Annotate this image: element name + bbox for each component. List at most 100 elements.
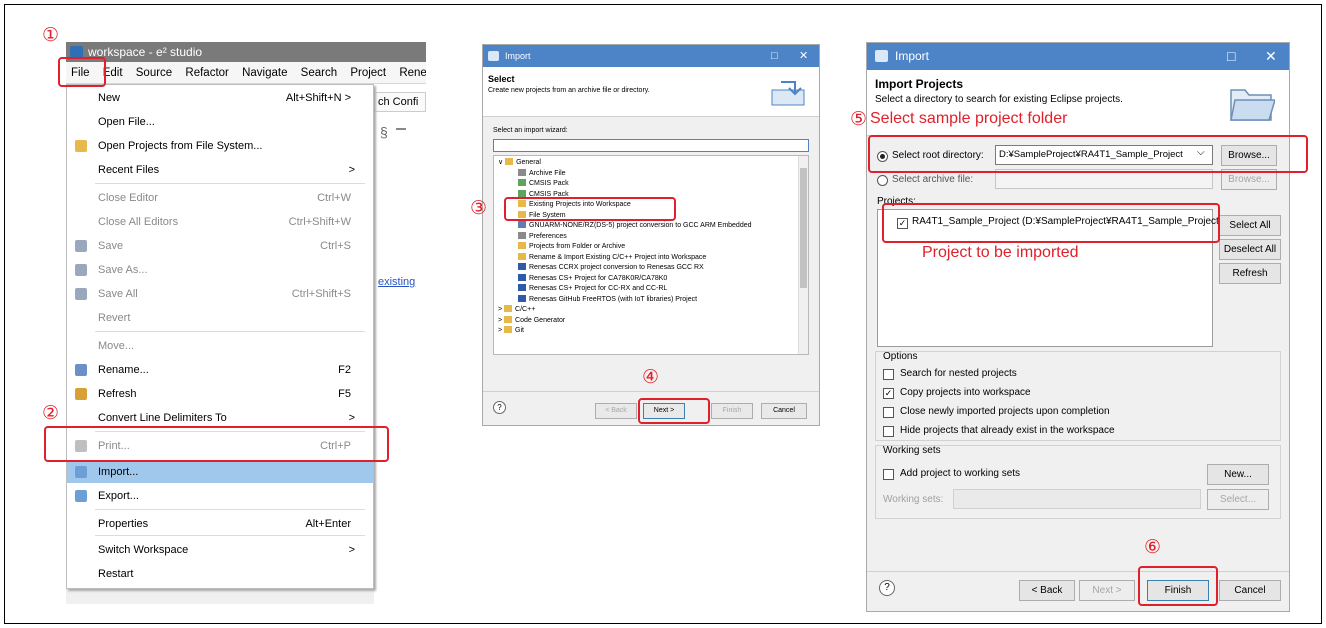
minimize-icon[interactable] [396, 128, 406, 130]
working-sets-label: Working sets [883, 445, 941, 456]
menu-item-refresh[interactable]: Refresh F5 [67, 383, 373, 405]
tree-scrollbar[interactable] [798, 156, 808, 354]
option-checkbox-close-newly-imported-projects-upon-completion[interactable] [883, 407, 894, 418]
deselect-all-button[interactable]: Deselect All [1219, 239, 1281, 260]
menu-item-save[interactable]: Save Ctrl+S [67, 235, 373, 257]
close-icon[interactable]: ✕ [799, 45, 808, 67]
tree-item-cmsis-pack[interactable]: CMSIS Pack [518, 179, 569, 189]
maximize-icon[interactable]: □ [1227, 43, 1235, 70]
tree-item-projects-from-folder-or-archive[interactable]: Projects from Folder or Archive [518, 242, 625, 252]
close-icon[interactable]: ✕ [1265, 43, 1277, 70]
tree-item-archive-file[interactable]: Archive File [518, 168, 566, 179]
finish-button[interactable]: Finish [711, 403, 753, 419]
e2studio-logo-icon [875, 50, 888, 62]
tree-item-label: Preferences [529, 232, 567, 240]
eclipse-window: workspace - e² studio File Edit Source R… [66, 42, 426, 604]
menu-item-label: Refresh [98, 388, 137, 400]
back-button[interactable]: < Back [1019, 580, 1075, 601]
folder-icon [504, 305, 513, 312]
menu-shortcut: Alt+Enter [305, 518, 351, 530]
archive-file-radio[interactable] [877, 175, 888, 186]
highlight-project-item [882, 203, 1220, 243]
dialog-titlebar: Import □ ✕ [867, 43, 1289, 70]
menu-shortcut: F2 [338, 364, 351, 376]
new-working-set-button[interactable]: New... [1207, 464, 1269, 485]
menu-item-open-projects-from-file-system[interactable]: Open Projects from File System... [67, 135, 373, 157]
select-all-button[interactable]: Select All [1219, 215, 1281, 236]
tree-item-general[interactable]: ∨ General [498, 158, 541, 168]
menu-item-export[interactable]: Export... [67, 485, 373, 507]
scrollbar-thumb[interactable] [800, 168, 807, 288]
menu-shortcut: Ctrl+S [320, 240, 351, 252]
cancel-button[interactable]: Cancel [761, 403, 807, 419]
options-label: Options [883, 351, 918, 362]
rename-icon [75, 364, 87, 376]
tree-item-label: General [516, 159, 541, 166]
menu-item-revert[interactable]: Revert [67, 307, 373, 329]
menu-item-rename[interactable]: Rename... F2 [67, 359, 373, 381]
help-icon[interactable]: ? [879, 580, 895, 596]
wizard-subheading: Create new projects from an archive file… [488, 87, 650, 94]
tree-item-renesas-github-freertos-with-iot-libraries-project[interactable]: Renesas GitHub FreeRTOS (with IoT librar… [518, 294, 697, 305]
menu-item-import[interactable]: Import... [67, 461, 373, 483]
option-checkbox-hide-projects-that-already-exist-in-the-workspace[interactable] [883, 426, 894, 437]
maximize-icon[interactable]: □ [771, 45, 778, 67]
project-imported-annotation: Project to be imported [922, 244, 1079, 261]
menu-item-save-as[interactable]: Save As... [67, 259, 373, 281]
import-banner-icon [771, 81, 805, 106]
menu-item-restart[interactable]: Restart [67, 563, 373, 585]
tree-item-renesas-cs-project-for-cc-rx-and-cc-rl[interactable]: Renesas CS+ Project for CC-RX and CC-RL [518, 284, 667, 294]
tree-item-label: Renesas CS+ Project for CA78K0R/CA78K0 [529, 274, 668, 282]
tree-item-rename-import-existing-c-c-project-into-workspace[interactable]: Rename & Import Existing C/C++ Project i… [518, 252, 706, 263]
wizard-filter-label: Select an import wizard: [493, 127, 568, 134]
menu-item-close-all-editors[interactable]: Close All Editors Ctrl+Shift+W [67, 211, 373, 233]
tree-item-code-generator[interactable]: > Code Generator [498, 315, 565, 326]
refresh-button[interactable]: Refresh [1219, 263, 1281, 284]
menu-item-save-all[interactable]: Save All Ctrl+Shift+S [67, 283, 373, 305]
option-checkbox-search-for-nested-projects[interactable] [883, 369, 894, 380]
wizard-tree: ∨ General Archive File CMSIS Pack CMSIS Pac… [493, 155, 809, 355]
working-sets-combo[interactable] [953, 489, 1201, 509]
select-working-set-button[interactable]: Select... [1207, 489, 1269, 510]
menu-item-new[interactable]: New Alt+Shift+N > [67, 87, 373, 109]
save-as-icon [75, 264, 87, 276]
menu-item-recent-files[interactable]: Recent Files > [67, 159, 373, 181]
menu-source[interactable]: Source [131, 67, 177, 79]
import-icon [75, 466, 87, 478]
existing-link[interactable]: existing [378, 276, 415, 288]
step-6-marker: ⑥ [1144, 536, 1162, 558]
menu-item-close-editor[interactable]: Close Editor Ctrl+W [67, 187, 373, 209]
next-button[interactable]: Next > [1079, 580, 1135, 601]
option-checkbox-copy-projects-into-workspace[interactable]: ✓ [883, 388, 894, 399]
menu-separator [95, 535, 365, 536]
chevron-down-icon[interactable]: ∨ [498, 159, 505, 166]
back-button[interactable]: < Back [595, 403, 637, 419]
menubar: File Edit Source Refactor Navigate Searc… [66, 62, 426, 84]
tree-item-gnuarm-none-rz-ds-5-project-conversion-to-gcc-arm-embedded[interactable]: GNUARM-NONE/RZ(DS-5) project conversion … [518, 221, 752, 231]
menu-item-properties[interactable]: Properties Alt+Enter [67, 513, 373, 535]
help-icon[interactable]: ? [493, 401, 506, 414]
menu-item-switch-workspace[interactable]: Switch Workspace > [67, 539, 373, 561]
project-icon [518, 252, 526, 260]
tree-item-renesas-cs-project-for-ca78k0r-ca78k0[interactable]: Renesas CS+ Project for CA78K0R/CA78K0 [518, 273, 668, 284]
window-titlebar: workspace - e² studio [66, 42, 426, 62]
tree-item-git[interactable]: > Git [498, 326, 524, 336]
menu-item-label: Switch Workspace [98, 544, 189, 556]
step-3-marker: ③ [470, 197, 488, 219]
menu-navigate[interactable]: Navigate [237, 67, 292, 79]
menu-renesas[interactable]: Renes [394, 67, 426, 79]
menu-project[interactable]: Project [345, 67, 391, 79]
tree-item-renesas-ccrx-project-conversion-to-renesas-gcc-rx[interactable]: Renesas CCRX project conversion to Renes… [518, 263, 704, 273]
tree-item-preferences[interactable]: Preferences [518, 231, 567, 242]
tree-item-label: Renesas CS+ Project for CC-RX and CC-RL [529, 285, 668, 292]
highlight-import-item [44, 426, 389, 462]
cancel-button[interactable]: Cancel [1219, 580, 1281, 601]
tree-item-c-c[interactable]: > C/C++ [498, 305, 535, 315]
add-working-sets-checkbox[interactable] [883, 469, 894, 480]
wizard-filter-input[interactable] [493, 139, 809, 152]
menu-item-move[interactable]: Move... [67, 335, 373, 357]
menu-item-open-file[interactable]: Open File... [67, 111, 373, 133]
menu-refactor[interactable]: Refactor [180, 67, 233, 79]
launch-config-combo[interactable]: ch Confi [374, 92, 426, 112]
menu-search[interactable]: Search [296, 67, 342, 79]
